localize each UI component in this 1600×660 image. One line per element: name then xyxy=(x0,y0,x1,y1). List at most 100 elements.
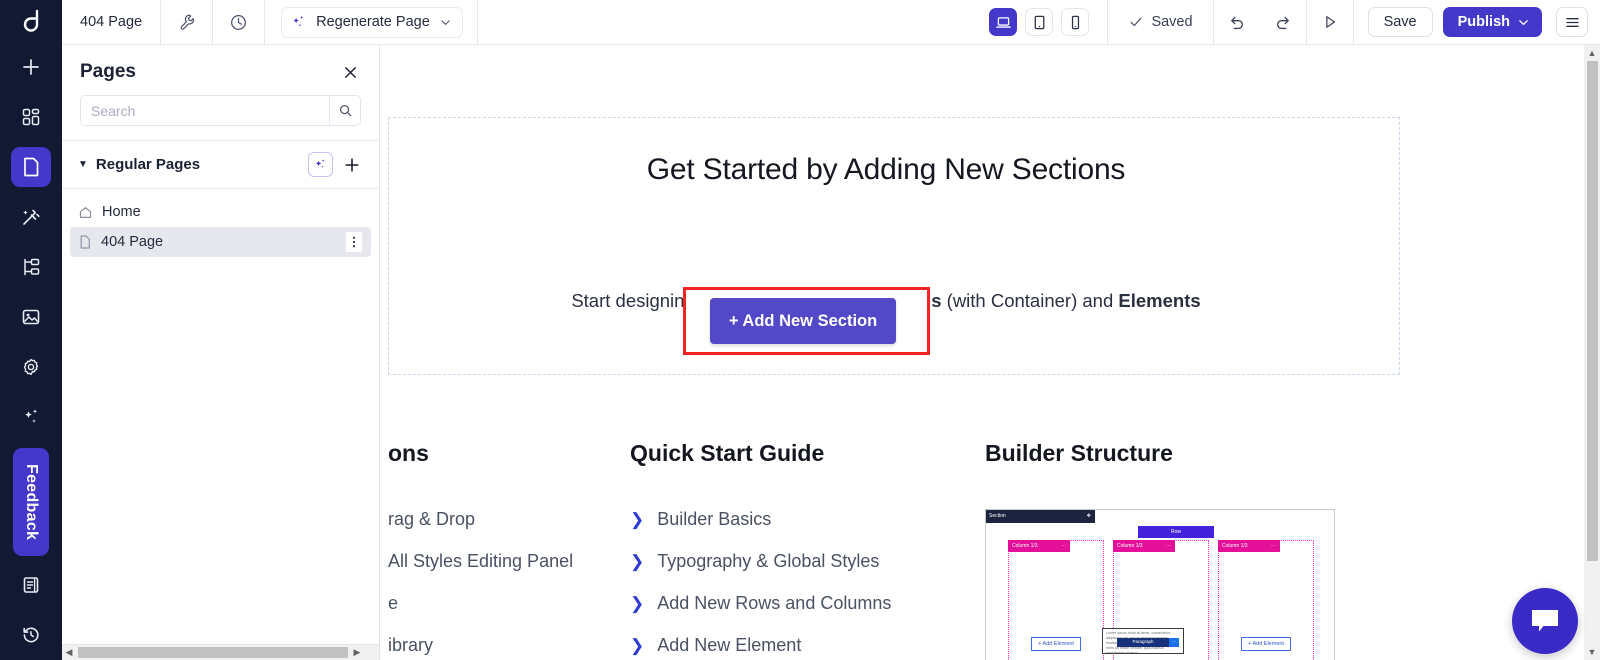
device-mobile-button[interactable] xyxy=(1061,8,1090,36)
regenerate-page-button[interactable]: Regenerate Page xyxy=(281,6,463,38)
current-page-name[interactable]: 404 Page xyxy=(62,0,162,44)
list-item[interactable]: rag & Drop xyxy=(388,509,610,530)
close-pages-panel-button[interactable] xyxy=(339,61,361,83)
check-icon xyxy=(1131,17,1142,27)
bs-add-element-button: + Add Element xyxy=(1241,637,1291,651)
chevron-down-icon xyxy=(441,19,450,25)
search-submit-button[interactable] xyxy=(329,96,360,125)
book-docs-icon xyxy=(23,577,39,593)
home-icon xyxy=(79,206,92,218)
search-input[interactable] xyxy=(81,96,329,125)
redo-icon xyxy=(1276,16,1289,30)
pages-panel-title: Pages xyxy=(80,61,136,82)
save-button[interactable]: Save xyxy=(1367,7,1433,37)
list-item[interactable]: e xyxy=(388,593,610,614)
bs-column-label: Column 1/3 xyxy=(1117,543,1143,549)
bs-column: Column 1/3 ⋯ + Add Element xyxy=(1218,540,1314,660)
vscroll-thumb[interactable] xyxy=(1586,61,1598,561)
page-history-button[interactable] xyxy=(213,0,266,44)
sidebar-item-settings[interactable] xyxy=(11,347,51,387)
settings-wrench-button[interactable] xyxy=(161,0,214,44)
app-logo[interactable] xyxy=(0,0,62,43)
canvas-vscrollbar[interactable]: ▲ ▼ xyxy=(1584,45,1600,660)
main-menu-button[interactable] xyxy=(1556,7,1588,37)
bs-add-element-button: + Add Element xyxy=(1031,637,1081,651)
regenerate-page-wrap: Regenerate Page xyxy=(265,0,478,44)
list-item[interactable]: ❯ Add New Element xyxy=(630,635,965,656)
add-page-button[interactable] xyxy=(341,154,363,176)
hscroll-thumb[interactable] xyxy=(78,647,348,658)
publish-label: Publish xyxy=(1457,14,1510,30)
top-bar: 404 Page Regenerate Page Saved Save Publ… xyxy=(62,0,1600,45)
redo-button[interactable] xyxy=(1260,0,1306,44)
preview-button[interactable] xyxy=(1307,0,1353,44)
generate-page-ai-button[interactable] xyxy=(308,152,333,177)
chevron-down-icon xyxy=(1519,19,1528,25)
sparkles-icon xyxy=(293,15,304,26)
sidebar-item-components[interactable] xyxy=(11,97,51,137)
list-item[interactable]: All Styles Editing Panel xyxy=(388,551,610,572)
column-key-functions: ons rag & Drop All Styles Editing Panel … xyxy=(380,440,630,660)
list-item-label: Builder Basics xyxy=(657,509,772,529)
sidebar-item-revisions[interactable] xyxy=(11,615,51,655)
column-heading: Quick Start Guide xyxy=(630,440,825,466)
save-status: Saved xyxy=(1108,0,1214,44)
dots-icon: ⋯ xyxy=(1061,543,1066,549)
hscroll-left-arrow-icon[interactable]: ◀ xyxy=(62,647,76,658)
add-new-section-button[interactable]: + Add New Section xyxy=(710,298,896,344)
caret-down-icon[interactable]: ▼ xyxy=(78,159,88,170)
list-item[interactable]: ❯ Typography & Global Styles xyxy=(630,551,965,572)
vscroll-up-arrow-icon[interactable]: ▲ xyxy=(1584,45,1600,61)
pages-search xyxy=(80,95,361,126)
sidebar-item-docs[interactable] xyxy=(11,565,51,605)
hamburger-menu-icon xyxy=(1565,17,1579,27)
image-icon xyxy=(22,309,40,325)
device-desktop-button[interactable] xyxy=(989,8,1018,36)
list-item-label: Add New Element xyxy=(657,635,802,655)
save-status-label: Saved xyxy=(1151,14,1193,30)
file-icon xyxy=(80,235,90,249)
list-item-label: 404 Page xyxy=(101,234,164,250)
undo-redo-group xyxy=(1214,0,1354,45)
hero-subtitle-part-3: (with Container) and xyxy=(941,290,1119,311)
column-builder-structure: Builder Structure Section ✥ Row Column 1… xyxy=(985,440,1405,660)
search-icon xyxy=(339,105,351,117)
pages-panel-hscrollbar[interactable]: ◀ ▶ xyxy=(62,644,379,660)
clock-history-icon xyxy=(231,14,247,30)
publish-button[interactable]: Publish xyxy=(1442,7,1542,37)
page-title: Get Started by Adding New Sections xyxy=(646,153,1126,186)
list-item-label: Typography & Global Styles xyxy=(657,551,880,571)
magic-wand-icon xyxy=(23,209,40,225)
rail-items xyxy=(0,42,62,442)
device-tablet-button[interactable] xyxy=(1025,8,1054,36)
column-heading: ons xyxy=(388,440,429,466)
list-item[interactable]: 404 Page xyxy=(70,227,371,257)
device-preview-group xyxy=(971,0,1109,44)
hscroll-right-arrow-icon[interactable]: ▶ xyxy=(350,647,364,658)
list-item[interactable]: Home xyxy=(70,197,371,227)
sidebar-item-add[interactable] xyxy=(11,47,51,87)
page-context-menu-button[interactable] xyxy=(345,231,363,253)
vscroll-down-arrow-icon[interactable]: ▼ xyxy=(1584,644,1600,660)
list-item[interactable]: ibrary xyxy=(388,635,610,656)
undo-icon xyxy=(1230,16,1243,30)
list-item-label: Add New Rows and Columns xyxy=(657,593,892,613)
sidebar-item-media[interactable] xyxy=(11,297,51,337)
list-item[interactable]: ❯ Builder Basics xyxy=(630,509,965,530)
pages-panel: Pages ▼ Regular Pages xyxy=(62,45,380,660)
close-icon xyxy=(344,66,356,78)
feedback-tab[interactable]: Feedback xyxy=(13,448,49,556)
rail-bottom-items xyxy=(0,560,62,660)
move-icon: ✥ xyxy=(1086,513,1091,519)
bs-row-tag: Row xyxy=(1138,526,1214,538)
sidebar-item-ai[interactable] xyxy=(11,397,51,437)
page-icon xyxy=(24,157,39,177)
undo-button[interactable] xyxy=(1214,0,1260,44)
sidebar-item-layers[interactable] xyxy=(11,247,51,287)
chat-support-button[interactable] xyxy=(1512,588,1578,654)
sidebar-item-styles[interactable] xyxy=(11,197,51,237)
list-item[interactable]: ❯ Add New Rows and Columns xyxy=(630,593,965,614)
sidebar-item-pages[interactable] xyxy=(11,147,51,188)
vscroll-track[interactable] xyxy=(1584,61,1600,644)
pages-panel-header: Pages xyxy=(62,45,379,93)
